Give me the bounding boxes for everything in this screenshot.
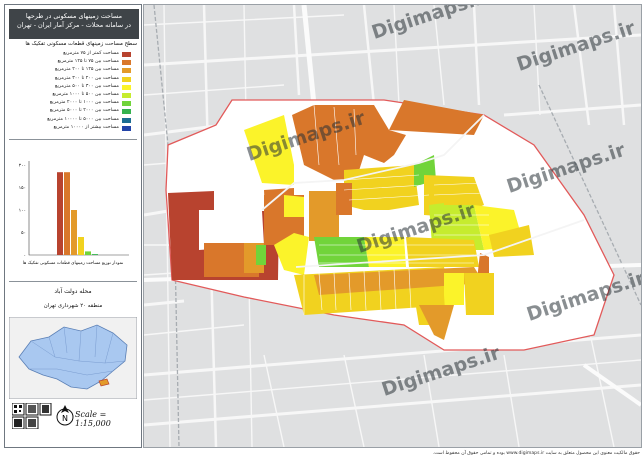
histogram-tick-label: ۱۵۰ [19,186,26,191]
legend-swatch [122,101,131,107]
legend-label: مساحت بین ۳۰۰ تا ۵۰۰ مترمربع [54,83,119,89]
legend-swatch [122,125,131,131]
legend-swatch [122,109,131,115]
legend-swatch [122,60,131,66]
legend-heading: سطح مساحت زمینهای قطعات مسکونی تفکیک ها [25,41,137,47]
footer-copyright: حقوق مالکیت معنوی این محصول متعلق به سای… [432,451,640,456]
title-line-1: مساحت زمینهای مسکونی در طرحها [25,12,123,20]
map-sheet: مساحت زمینهای مسکونی در طرحها در سامانه … [0,0,643,461]
legend-item: مساحت بین ۲۰۰ تا ۳۰۰ مترمربع [13,75,131,84]
legend-label: مساحت بین ۵۰۰۰ تا ۱۰۰۰۰ مترمربع [47,116,119,122]
legend-swatch [122,93,131,98]
legend-item: مساحت کمتر از ۷۵ مترمربع [13,51,131,59]
tehran-inset-map [9,317,137,399]
divider [9,139,137,140]
legend-label: مساحت بیشتر از ۱۰۰۰۰ مترمربع [53,124,119,130]
histogram-tick-label: ۵۰ [21,231,26,236]
district-name: محله دولت آباد [54,288,92,295]
histogram-bar [57,172,63,255]
legend-item: مساحت بین ۱۲۵ تا ۲۰۰ مترمربع [13,67,131,75]
legend-label: مساحت بین ۵۰۰ تا ۱۰۰۰ مترمربع [52,92,119,97]
divider [9,281,137,282]
legend-label: مساحت بین ۱۲۵ تا ۲۰۰ مترمربع [54,67,119,73]
histogram-caption: نمودار توزیع مساحت زمینهای قطعات مسکونی … [22,261,124,266]
publisher-logos [12,403,52,429]
legend-swatch [122,84,131,90]
north-label: N [62,414,68,423]
main-map: Digimaps.ir Digimaps.ir Digimaps.ir Digi… [143,4,642,448]
histogram-bar [85,251,91,255]
legend-label: مساحت کمتر از ۷۵ مترمربع [63,51,119,56]
area-histogram: ۲۰۰ ۱۵۰ ۱۰۰ ۵۰ ۰ [19,161,129,259]
histogram-bar [78,237,84,255]
legend-swatch [122,76,131,82]
map-title-box: مساحت زمینهای مسکونی در طرحها در سامانه … [9,9,139,39]
map-scale: Scale = 1:15,000 [75,410,111,428]
histogram-bar [71,210,77,255]
legend-label: مساحت بین ۷۵ تا ۱۲۵ مترمربع [57,59,119,65]
histogram-tick-label: ۱۰۰ [19,209,26,214]
legend-item: مساحت بین ۳۰۰ تا ۵۰۰ مترمربع [13,83,131,92]
legend-swatch [122,68,131,74]
legend-label: مساحت بین ۲۰۰ تا ۳۰۰ مترمربع [54,75,119,81]
legend-item: مساحت بین ۲۰۰۰ تا ۵۰۰۰ مترمربع [13,108,131,116]
histogram-tick-label: ۲۰۰ [19,164,26,169]
legend-item: مساحت بیشتر از ۱۰۰۰۰ مترمربع [13,124,131,133]
north-arrow-icon: N [56,405,74,426]
title-line-2: در سامانه محلات - مرکز آمار ایران - تهرا… [16,21,132,29]
legend-item: مساحت بین ۵۰۰۰ تا ۱۰۰۰۰ مترمربع [13,116,131,125]
district-region: منطقه ۲۰ شهرداری تهران [43,303,103,309]
histogram-bar [64,172,70,255]
histogram-bar [92,254,98,255]
legend-swatch [122,52,131,57]
legend-label: مساحت بین ۱۰۰۰ تا ۲۰۰۰ مترمربع [49,100,119,106]
legend-label: مساحت بین ۲۰۰۰ تا ۵۰۰۰ مترمربع [49,108,119,114]
legend-item: مساحت بین ۵۰۰ تا ۱۰۰۰ مترمربع [13,92,131,100]
legend-swatch [122,117,131,123]
info-panel: مساحت زمینهای مسکونی در طرحها در سامانه … [4,4,142,448]
histogram-tick-label: ۰ [24,254,26,259]
